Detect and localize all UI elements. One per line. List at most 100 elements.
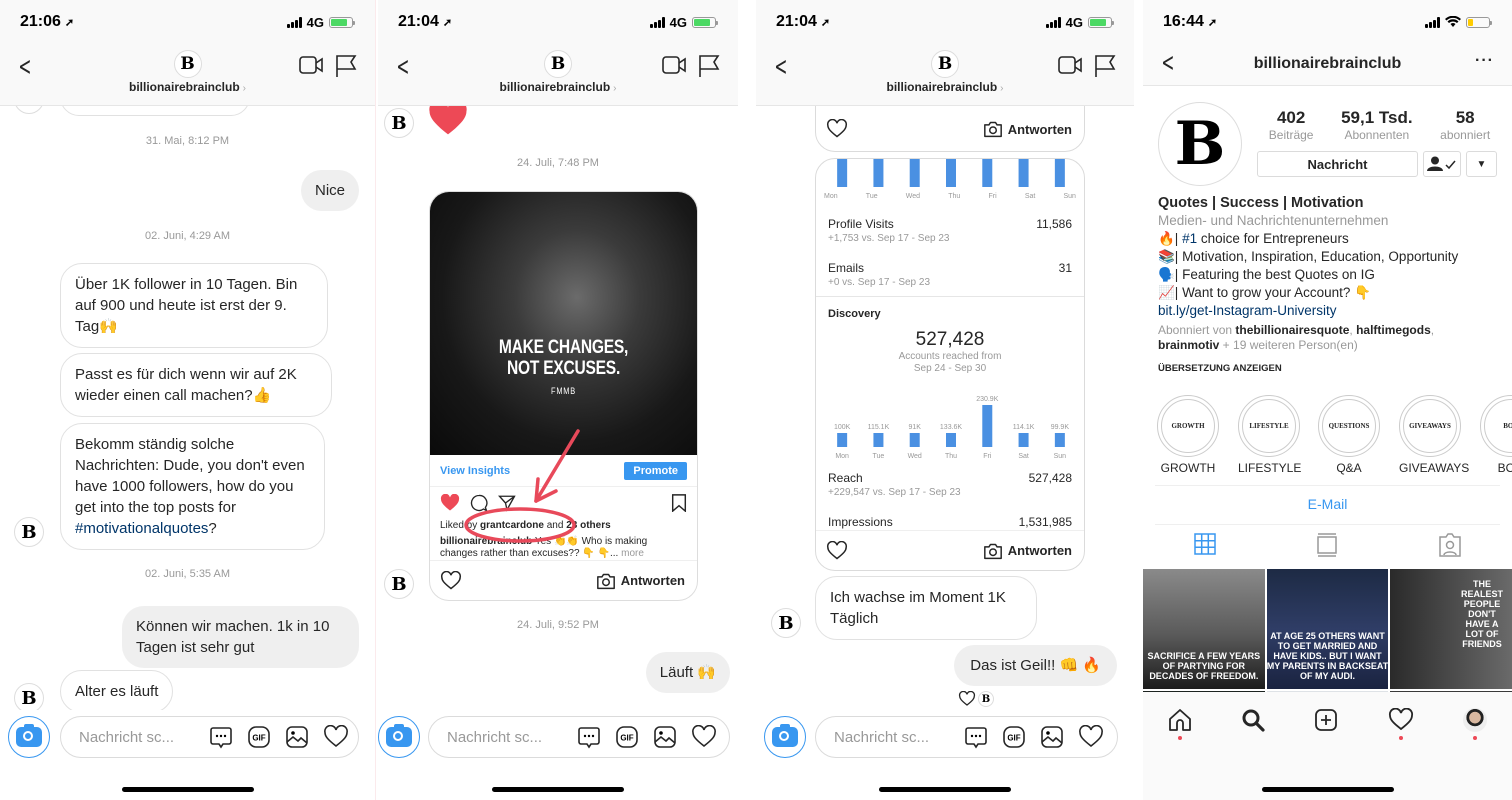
- timestamp: 02. Juni, 4:29 AM: [145, 230, 230, 242]
- posts-stat[interactable]: 402 Beiträge: [1269, 108, 1314, 142]
- message-input[interactable]: [447, 728, 565, 746]
- weekday-label: Wed: [905, 193, 921, 200]
- avatar: B: [384, 108, 414, 138]
- message-list[interactable]: B 24. Juli, 7:48 PM MAKE CHANGES, NOT EX…: [378, 106, 738, 710]
- tab-activity[interactable]: [1388, 708, 1414, 740]
- story-highlight[interactable]: QUESTIONS Q&A: [1318, 395, 1380, 475]
- highlight-label: GIVEAWAYS: [1399, 461, 1470, 475]
- flag-icon[interactable]: [335, 54, 357, 78]
- home-indicator: [1261, 787, 1394, 792]
- annotation-arrow-icon: [464, 429, 580, 543]
- home-indicator: [121, 787, 254, 792]
- tab-search[interactable]: [1241, 708, 1265, 740]
- reply-button[interactable]: Antworten: [983, 120, 1072, 138]
- gif-icon[interactable]: GIF: [615, 725, 639, 749]
- profile-visits-bar: [837, 159, 848, 187]
- suggestions-dropdown[interactable]: ▼: [1466, 151, 1497, 177]
- image-icon[interactable]: [285, 725, 309, 749]
- svg-text:GIF: GIF: [252, 734, 265, 743]
- tagged-tab[interactable]: [1439, 533, 1461, 557]
- sticker-icon[interactable]: [964, 725, 988, 749]
- gif-icon[interactable]: GIF: [1002, 725, 1026, 749]
- tab-home[interactable]: [1168, 708, 1192, 740]
- message-button[interactable]: Nachricht: [1257, 151, 1418, 177]
- highlight-label: Q&A: [1336, 461, 1362, 475]
- image-icon[interactable]: [653, 725, 677, 749]
- message-reaction[interactable]: B: [958, 691, 994, 707]
- sent-message: Läuft 🙌: [645, 652, 730, 693]
- profile-visits-bar: [982, 159, 993, 187]
- reply-button[interactable]: Antworten: [983, 542, 1072, 560]
- video-call-icon[interactable]: [1058, 54, 1082, 76]
- flag-icon[interactable]: [698, 54, 720, 78]
- stat-label: Emails: [828, 261, 865, 275]
- heart-icon[interactable]: [1078, 725, 1104, 749]
- gif-icon[interactable]: GIF: [247, 725, 271, 749]
- heart-icon[interactable]: [826, 119, 848, 139]
- grid-post[interactable]: SACRIFICE A FEW YEARS OF PARTYING FOR DE…: [1143, 569, 1265, 689]
- profile-visits-bar: [946, 159, 956, 187]
- camera-button[interactable]: [8, 716, 50, 758]
- story-highlight[interactable]: GROWTH GROWTH: [1157, 395, 1219, 475]
- tab-create[interactable]: [1314, 708, 1338, 740]
- avatar: B: [544, 50, 572, 78]
- email-button[interactable]: E-Mail: [1143, 496, 1512, 512]
- message-list[interactable]: 31. Mai, 8:12 PM Nice 02. Juni, 4:29 AM …: [0, 106, 375, 710]
- post-image[interactable]: MAKE CHANGES, NOT EXCUSES. FMMB: [430, 192, 697, 455]
- image-icon[interactable]: [1040, 725, 1064, 749]
- message-list[interactable]: Antworten Mon Tue Wed Thu Fri Sat Sun Profile …: [756, 106, 1134, 710]
- sticker-icon[interactable]: [209, 725, 233, 749]
- post-quote: MAKE CHANGES, NOT EXCUSES. FMMB: [454, 337, 673, 402]
- story-highlight[interactable]: LIFESTYLE LIFESTYLE: [1238, 395, 1301, 475]
- category-label: Wed: [908, 453, 922, 460]
- grid-post[interactable]: AT AGE 25 OTHERS WANT TO GET MARRIED AND…: [1266, 569, 1389, 689]
- message-input[interactable]: [834, 728, 952, 746]
- heart-icon[interactable]: [440, 570, 462, 591]
- status-time: 16:44: [1163, 13, 1204, 30]
- shared-post-card[interactable]: Antworten: [815, 106, 1085, 152]
- camera-button[interactable]: [378, 716, 420, 758]
- status-bar: 21:04 ➚ 4G: [756, 0, 1134, 44]
- signal-icon: [286, 16, 302, 28]
- feed-view-tab[interactable]: [1317, 533, 1338, 557]
- profile-avatar[interactable]: B: [1158, 102, 1242, 186]
- heart-icon[interactable]: [323, 725, 349, 749]
- heart-icon[interactable]: [826, 540, 848, 561]
- translate-link[interactable]: ÜBERSETZUNG ANZEIGEN: [1158, 360, 1504, 378]
- video-call-icon[interactable]: [662, 54, 686, 76]
- bio-text: choice for Entrepreneurs: [1197, 231, 1349, 246]
- story-highlight[interactable]: GIVEAWAYS GIVEAWAYS: [1399, 395, 1470, 475]
- hashtag-link[interactable]: #motivationalquotes: [75, 520, 208, 537]
- chevron-right-icon: ›: [242, 83, 247, 94]
- reply-button[interactable]: Antworten: [596, 572, 685, 590]
- reply-label: Antworten: [620, 573, 685, 588]
- grid-post[interactable]: THE REALEST PEOPLE DON'T HAVE A LOT OF F…: [1390, 569, 1512, 689]
- bio-link[interactable]: bit.ly/get-Instagram-University: [1158, 302, 1504, 320]
- shared-insights-card[interactable]: Mon Tue Wed Thu Fri Sat Sun Profile Visits 11,5…: [815, 158, 1085, 571]
- camera-button[interactable]: [764, 716, 806, 758]
- more-options-icon[interactable]: ···: [1475, 52, 1494, 70]
- chat-header: < B billionairebrainclub ›: [378, 44, 738, 106]
- heart-icon[interactable]: [691, 725, 717, 749]
- status-time: 21:04: [776, 13, 817, 30]
- story-highlight[interactable]: BOO BOO: [1480, 395, 1512, 475]
- followed-by[interactable]: Abonniert von thebillionairesquote, half…: [1158, 323, 1504, 353]
- chat-username: billionairebrainclub: [128, 80, 240, 94]
- camera-icon: [983, 543, 1002, 559]
- followers-stat[interactable]: 59,1 Tsd. Abonnenten: [1341, 108, 1413, 142]
- sticker-icon[interactable]: [577, 725, 601, 749]
- grid-view-tab[interactable]: [1194, 533, 1216, 555]
- tab-profile[interactable]: [1463, 708, 1488, 740]
- timestamp: 24. Juli, 9:52 PM: [517, 619, 599, 631]
- stat-delta: +0 vs. Sep 17 - Sep 23: [828, 277, 931, 288]
- following-stat[interactable]: 58 abonniert: [1440, 108, 1490, 142]
- message-input[interactable]: [79, 728, 197, 746]
- message-bubble-partial: [60, 106, 250, 116]
- following-button[interactable]: [1423, 151, 1461, 177]
- hashtag-link[interactable]: #1: [1182, 231, 1197, 246]
- flag-icon[interactable]: [1094, 54, 1116, 78]
- dm-screen-2: 21:04 ➚ 4G < B billionairebrainclub › B 24…: [378, 0, 738, 800]
- bookmark-icon[interactable]: [671, 494, 687, 512]
- category-label: Mon: [835, 453, 849, 460]
- video-call-icon[interactable]: [299, 54, 323, 76]
